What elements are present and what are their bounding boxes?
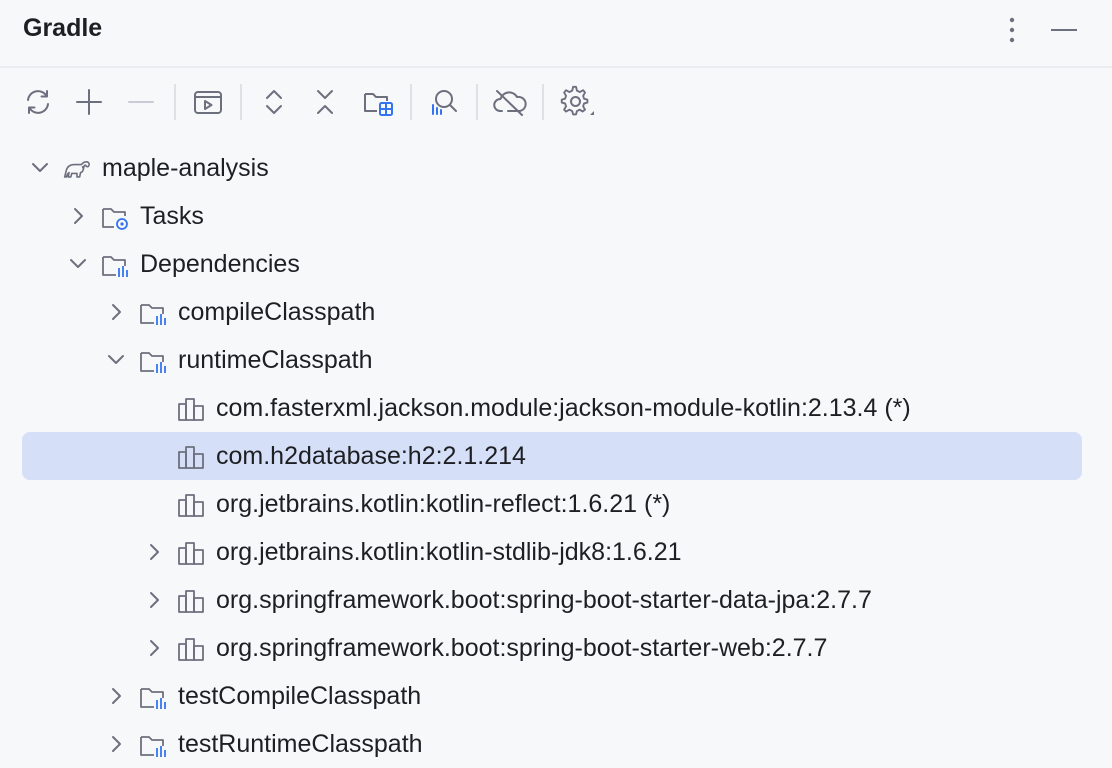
folder-gear-icon [100,202,130,232]
toolbar-separator [410,84,412,120]
chevron-right-icon[interactable] [66,204,90,228]
tree-node-label: org.springframework.boot:spring-boot-sta… [216,634,828,662]
library-icon [176,394,206,424]
hide-tool-window-button[interactable] [1046,12,1082,48]
reload-all-gradle-projects-button[interactable] [18,82,58,122]
plus-icon [74,87,104,117]
tree-node-label: Tasks [140,202,204,230]
tree-node-label: runtimeClasspath [178,346,373,374]
chevron-right-icon[interactable] [104,300,128,324]
tree-node-label: maple-analysis [102,154,269,182]
tree-node[interactable]: Dependencies [22,240,1082,288]
toolbar-separator [240,84,242,120]
folder-library-icon [100,250,130,280]
show-project-folder-button[interactable] [358,82,398,122]
tree-node[interactable]: runtimeClasspath [22,336,1082,384]
chevron-right-icon[interactable] [142,588,166,612]
tree-node-label: com.h2database:h2:2.1.214 [216,442,526,470]
tree-node[interactable]: org.jetbrains.kotlin:kotlin-stdlib-jdk8:… [22,528,1082,576]
library-icon [176,490,206,520]
tree-node[interactable]: org.springframework.boot:spring-boot-sta… [22,576,1082,624]
tree-node-label: testRuntimeClasspath [178,730,423,758]
folder-grid-icon [361,86,395,118]
toolbar-separator [174,84,176,120]
tree-node[interactable]: org.springframework.boot:spring-boot-sta… [22,624,1082,672]
tree-node[interactable]: com.fasterxml.jackson.module:jackson-mod… [22,384,1082,432]
tree-node-label: org.jetbrains.kotlin:kotlin-stdlib-jdk8:… [216,538,682,566]
chevron-down-icon[interactable] [28,156,52,180]
tree-node-label: com.fasterxml.jackson.module:jackson-mod… [216,394,911,422]
tree-node[interactable]: org.jetbrains.kotlin:kotlin-reflect:1.6.… [22,480,1082,528]
analyze-icon [427,86,459,118]
vertical-ellipsis-icon [1008,16,1016,44]
chevron-right-icon[interactable] [104,684,128,708]
expand-all-icon [260,86,288,118]
tree-node[interactable]: com.h2database:h2:2.1.214 [22,432,1082,480]
folder-library-icon [138,682,168,712]
build-tool-settings-button[interactable] [556,82,596,122]
library-icon [176,538,206,568]
execute-gradle-task-button[interactable] [188,82,228,122]
toolbar-separator [476,84,478,120]
cloud-offline-icon [492,86,528,118]
library-icon [176,586,206,616]
folder-library-icon [138,730,168,760]
tool-window-title: Gradle [23,14,103,42]
tree-node[interactable]: testRuntimeClasspath [22,720,1082,768]
gradle-toolbar [0,70,1112,134]
toolbar-separator [542,84,544,120]
tree-node-label: org.jetbrains.kotlin:kotlin-reflect:1.6.… [216,490,671,518]
library-icon [176,634,206,664]
gradle-tool-window: Gradle maple-analysis Tasks Dependencies… [0,0,1112,768]
collapse-all-icon [311,86,339,118]
toggle-offline-mode-button[interactable] [490,82,530,122]
chevron-right-icon[interactable] [104,732,128,756]
tool-window-header: Gradle [0,0,1112,68]
expand-all-button[interactable] [254,82,294,122]
analyze-dependencies-button[interactable] [423,82,463,122]
minimize-icon [1050,28,1078,32]
tree-node[interactable]: compileClasspath [22,288,1082,336]
gear-icon [558,85,594,119]
tree-node-label: org.springframework.boot:spring-boot-sta… [216,586,872,614]
link-gradle-project-button[interactable] [69,82,109,122]
refresh-icon [22,86,54,118]
chevron-right-icon[interactable] [142,540,166,564]
library-icon [176,442,206,472]
minus-icon [126,87,156,117]
chevron-down-icon[interactable] [104,348,128,372]
folder-library-icon [138,298,168,328]
tree-node[interactable]: Tasks [22,192,1082,240]
tree-node[interactable]: maple-analysis [22,144,1082,192]
tree-node-label: Dependencies [140,250,300,278]
gradle-elephant-icon [62,154,92,184]
collapse-all-button[interactable] [305,82,345,122]
tree-node-label: testCompileClasspath [178,682,422,710]
chevron-down-icon[interactable] [66,252,90,276]
folder-library-icon [138,346,168,376]
tree-node[interactable]: testCompileClasspath [22,672,1082,720]
tree-node-label: compileClasspath [178,298,376,326]
chevron-right-icon[interactable] [142,636,166,660]
more-options-button[interactable] [994,12,1030,48]
run-window-icon [192,86,224,118]
unlink-gradle-project-button[interactable] [121,82,161,122]
